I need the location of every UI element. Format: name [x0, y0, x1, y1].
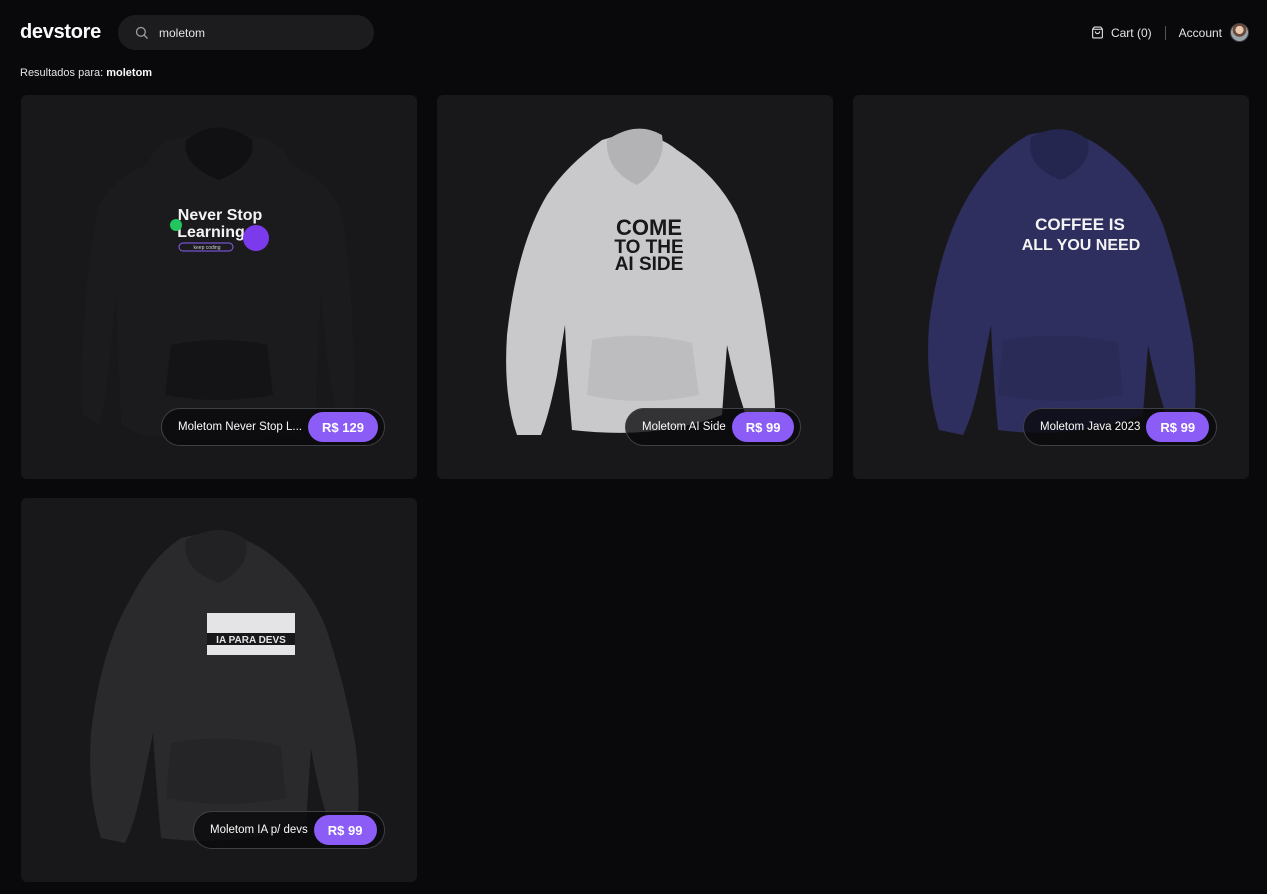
print-line-1: Never Stop [178, 207, 263, 224]
product-name: Moletom Never Stop L... [178, 421, 302, 433]
shopping-bag-icon [1092, 26, 1103, 39]
cart-button[interactable]: Cart (0) [1091, 26, 1152, 40]
product-name: Moletom Java 2023 [1040, 421, 1141, 433]
avatar[interactable] [1230, 23, 1249, 42]
print-line-3: keep coding [194, 245, 221, 251]
product-price: R$ 99 [313, 815, 377, 845]
print-line-2: Learning [177, 224, 245, 241]
cart-label: Cart (0) [1110, 25, 1152, 40]
print-line-1: COFFEE IS [1035, 215, 1125, 234]
account-button[interactable]: Account [1179, 23, 1249, 42]
product-card[interactable]: IA PARA DEVS Moletom IA p/ devs R$ 99 [21, 498, 417, 882]
print-line-2: ALL YOU NEED [1022, 237, 1141, 254]
print-line-1: IA PARA DEVS [216, 635, 286, 646]
header-divider [1164, 25, 1166, 40]
print-line-3: AI SIDE [615, 254, 684, 275]
results-heading: Resultados para: moletom [20, 67, 152, 79]
account-label: Account [1178, 25, 1222, 40]
product-label[interactable]: Moletom AI Side R$ 99 [625, 408, 801, 446]
product-card[interactable]: Never Stop Learning keep coding Moletom … [21, 95, 417, 479]
product-name: Moletom AI Side [642, 421, 726, 433]
product-label[interactable]: Moletom Java 2023 R$ 99 [1023, 408, 1217, 446]
search-bar[interactable] [117, 15, 374, 50]
results-query: moletom [106, 67, 153, 79]
header-actions: Cart (0) Account [1091, 23, 1249, 42]
product-price: R$ 129 [308, 412, 378, 442]
header: devstore Cart (0) Account [20, 15, 1249, 50]
product-price: R$ 99 [1146, 412, 1210, 442]
search-icon [135, 26, 148, 39]
results-prefix: Resultados para: [20, 67, 104, 79]
product-card[interactable]: COME TO THE AI SIDE Moletom AI Side R$ 9… [437, 95, 833, 479]
logo[interactable]: devstore [20, 21, 101, 44]
product-name: Moletom IA p/ devs [210, 824, 308, 836]
product-label[interactable]: Moletom Never Stop L... R$ 129 [161, 408, 385, 446]
product-price: R$ 99 [731, 412, 795, 442]
product-card[interactable]: COFFEE IS ALL YOU NEED Moletom Java 2023… [853, 95, 1249, 479]
search-input[interactable] [158, 25, 349, 40]
product-label[interactable]: Moletom IA p/ devs R$ 99 [193, 811, 385, 849]
